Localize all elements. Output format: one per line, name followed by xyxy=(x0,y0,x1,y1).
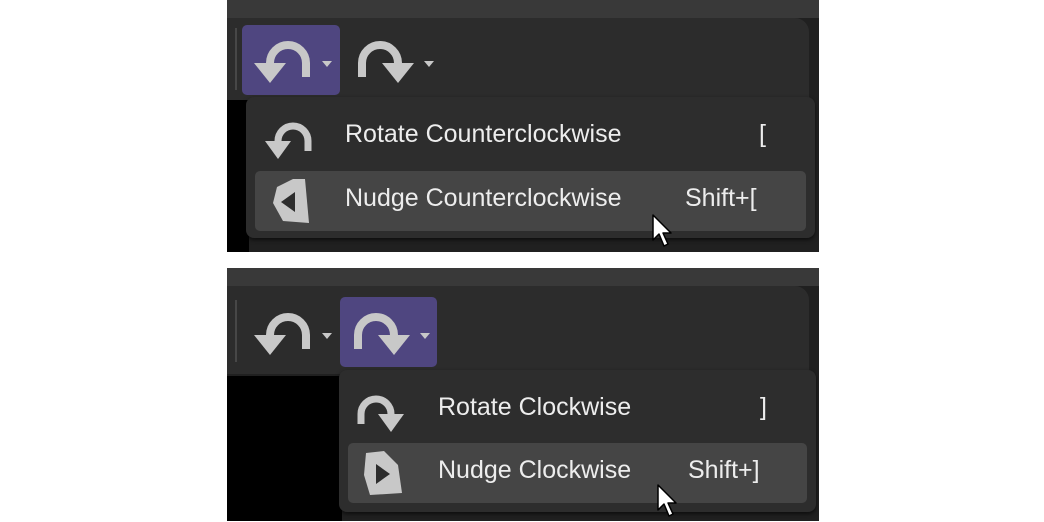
menu-item-shortcut: Shift+] xyxy=(688,456,760,484)
menu-item-rotate-clockwise[interactable]: Rotate Clockwise ] xyxy=(348,380,807,440)
rotate-dropdown-menu: Rotate Counterclockwise [ Nudge Counterc… xyxy=(246,97,815,238)
rotate-counterclockwise-button[interactable] xyxy=(242,297,340,367)
menu-item-nudge-counterclockwise[interactable]: Nudge Counterclockwise Shift+[ xyxy=(255,171,806,231)
mouse-cursor-icon xyxy=(652,214,672,247)
rotate-clockwise-button[interactable] xyxy=(340,297,437,367)
rotate-counterclockwise-panel: Rotate Counterclockwise [ Nudge Counterc… xyxy=(227,0,819,252)
nudge-counterclockwise-icon xyxy=(273,179,309,223)
chevron-down-icon[interactable] xyxy=(322,333,332,339)
menu-item-label: Rotate Counterclockwise xyxy=(345,120,622,148)
rotate-clockwise-icon xyxy=(354,313,410,355)
menu-item-shortcut: ] xyxy=(760,393,767,421)
toolbar-separator xyxy=(235,300,237,362)
menu-item-shortcut: [ xyxy=(759,120,766,148)
rotate-dropdown-menu: Rotate Clockwise ] Nudge Clockwise Shift… xyxy=(339,370,816,512)
menu-item-nudge-clockwise[interactable]: Nudge Clockwise Shift+] xyxy=(348,443,807,503)
toolbar xyxy=(227,286,809,374)
menu-item-label: Nudge Clockwise xyxy=(438,456,632,484)
chevron-down-icon[interactable] xyxy=(322,61,332,67)
toolbar xyxy=(227,18,809,100)
rotate-clockwise-icon xyxy=(358,41,414,83)
rotate-clockwise-icon xyxy=(357,395,404,432)
menu-item-shortcut: Shift+[ xyxy=(685,184,757,212)
rotate-counterclockwise-button[interactable] xyxy=(242,25,340,95)
menu-item-label: Nudge Counterclockwise xyxy=(345,184,622,212)
window-top-band xyxy=(227,268,819,286)
toolbar-separator xyxy=(235,28,237,90)
window-top-band xyxy=(227,0,819,18)
mouse-cursor-icon xyxy=(657,484,677,517)
rotate-clockwise-panel: Rotate Clockwise ] Nudge Clockwise Shift… xyxy=(227,268,819,521)
menu-item-label: Rotate Clockwise xyxy=(438,393,632,421)
rotate-counterclockwise-icon xyxy=(265,122,312,159)
canvas-area xyxy=(227,376,342,521)
rotate-counterclockwise-icon xyxy=(254,41,310,83)
rotate-clockwise-button[interactable] xyxy=(344,25,442,95)
nudge-clockwise-icon xyxy=(364,451,402,495)
chevron-down-icon[interactable] xyxy=(420,333,430,339)
chevron-down-icon[interactable] xyxy=(424,61,434,67)
menu-item-rotate-counterclockwise[interactable]: Rotate Counterclockwise [ xyxy=(255,107,806,167)
rotate-counterclockwise-icon xyxy=(254,313,310,355)
